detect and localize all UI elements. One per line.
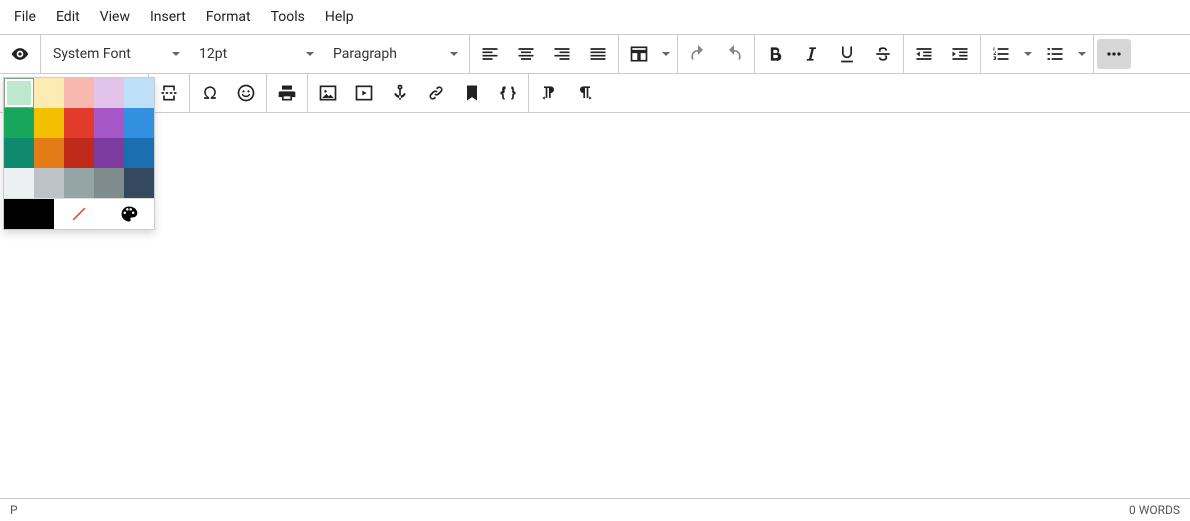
preview-button[interactable] [3, 39, 37, 69]
outdent-button[interactable] [907, 39, 941, 69]
eye-icon [10, 44, 30, 64]
menu-edit[interactable]: Edit [46, 5, 90, 29]
color-swatch[interactable] [34, 168, 64, 198]
numbered-list-chevron[interactable] [1019, 39, 1037, 69]
align-justify-icon [588, 44, 608, 64]
color-black[interactable] [4, 199, 54, 229]
color-swatch[interactable] [4, 108, 34, 138]
color-swatch[interactable] [124, 108, 154, 138]
table-icon [629, 44, 649, 64]
font-family-label: System Font [53, 46, 131, 62]
italic-icon [801, 44, 821, 64]
redo-icon [724, 44, 744, 64]
font-size-label: 12pt [199, 46, 227, 62]
color-swatch[interactable] [94, 108, 124, 138]
table-menu-chevron[interactable] [657, 39, 675, 69]
custom-color-button[interactable] [104, 199, 154, 229]
font-size-select[interactable]: 12pt [189, 39, 323, 69]
numbered-list-button[interactable] [984, 39, 1018, 69]
color-swatch[interactable] [64, 108, 94, 138]
align-center-button[interactable] [509, 39, 543, 69]
color-swatches [4, 78, 154, 198]
chevron-down-icon [1077, 49, 1087, 59]
chevron-down-icon [305, 49, 315, 59]
underline-button[interactable] [830, 39, 864, 69]
color-swatch[interactable] [64, 138, 94, 168]
statusbar: P 0 WORDS [0, 498, 1190, 521]
align-center-icon [516, 44, 536, 64]
element-path[interactable]: P [10, 503, 18, 517]
color-swatch[interactable] [34, 78, 64, 108]
color-swatch[interactable] [124, 138, 154, 168]
color-swatch[interactable] [34, 138, 64, 168]
indent-button[interactable] [943, 39, 977, 69]
menu-tools[interactable]: Tools [261, 5, 315, 29]
color-swatch[interactable] [34, 108, 64, 138]
color-swatch[interactable] [94, 78, 124, 108]
chevron-down-icon [661, 49, 671, 59]
italic-button[interactable] [794, 39, 828, 69]
remove-color-button[interactable] [54, 199, 104, 229]
bullet-list-chevron[interactable] [1073, 39, 1091, 69]
bullet-list-button[interactable] [1038, 39, 1072, 69]
bullet-list-icon [1045, 44, 1065, 64]
align-justify-button[interactable] [581, 39, 615, 69]
align-right-button[interactable] [545, 39, 579, 69]
undo-icon [688, 44, 708, 64]
align-left-icon [480, 44, 500, 64]
bold-button[interactable] [758, 39, 792, 69]
block-format-label: Paragraph [333, 46, 397, 62]
chevron-down-icon [449, 49, 459, 59]
strikethrough-icon [873, 44, 893, 64]
editor-canvas[interactable] [0, 77, 1190, 499]
chevron-down-icon [171, 49, 181, 59]
ellipsis-icon [1104, 44, 1124, 64]
indent-icon [950, 44, 970, 64]
block-format-select[interactable]: Paragraph [323, 39, 467, 69]
color-swatch[interactable] [124, 168, 154, 198]
palette-icon [119, 204, 139, 224]
color-swatch[interactable] [4, 138, 34, 168]
menu-format[interactable]: Format [196, 5, 261, 29]
chevron-down-icon [1023, 49, 1033, 59]
menu-insert[interactable]: Insert [140, 5, 196, 29]
bold-icon [765, 44, 785, 64]
no-color-icon [69, 204, 89, 224]
align-left-button[interactable] [473, 39, 507, 69]
undo-button[interactable] [681, 39, 715, 69]
table-button[interactable] [622, 39, 656, 69]
outdent-icon [914, 44, 934, 64]
color-swatch[interactable] [4, 168, 34, 198]
color-swatch[interactable] [94, 168, 124, 198]
more-button[interactable] [1097, 39, 1131, 69]
menu-view[interactable]: View [90, 5, 140, 29]
font-family-select[interactable]: System Font [43, 39, 189, 69]
menubar: File Edit View Insert Format Tools Help [0, 0, 1190, 34]
menu-file[interactable]: File [4, 5, 46, 29]
color-swatch[interactable] [64, 78, 94, 108]
toolbar-row-1: System Font 12pt Paragraph [0, 34, 1190, 74]
word-count[interactable]: 0 WORDS [1129, 503, 1180, 517]
color-swatch[interactable] [4, 78, 34, 108]
align-right-icon [552, 44, 572, 64]
numbered-list-icon [991, 44, 1011, 64]
underline-icon [837, 44, 857, 64]
redo-button[interactable] [717, 39, 751, 69]
color-swatch[interactable] [124, 78, 154, 108]
strikethrough-button[interactable] [866, 39, 900, 69]
text-color-popup [3, 77, 155, 230]
color-swatch[interactable] [64, 168, 94, 198]
menu-help[interactable]: Help [315, 5, 364, 29]
color-swatch[interactable] [94, 138, 124, 168]
